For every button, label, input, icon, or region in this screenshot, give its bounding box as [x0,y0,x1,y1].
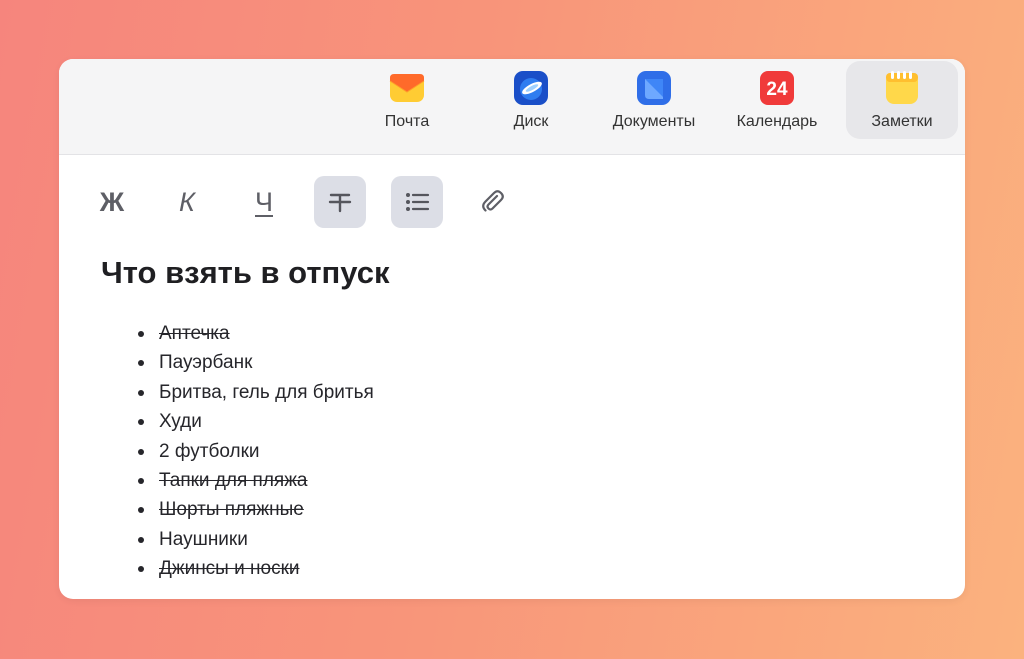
list-item-text: Худи [159,411,202,433]
list-item[interactable]: Тапки для пляжа [138,466,374,495]
list-item[interactable]: Бритва, гель для бритья [138,378,374,407]
service-mail[interactable]: Почта [351,61,463,139]
underline-button[interactable]: Ч [238,176,290,228]
notes-icon [884,70,920,106]
list-item[interactable]: Худи [138,407,374,436]
list-item-text: Бритва, гель для бритья [159,381,374,403]
service-label: Заметки [871,113,933,130]
strikethrough-icon [328,193,352,213]
strikethrough-button[interactable] [314,176,366,228]
italic-icon: К [179,186,195,217]
checklist[interactable]: Аптечка Пауэрбанк Бритва, гель для бритья Х… [138,319,374,584]
service-notes[interactable]: Заметки [846,61,958,139]
list-item[interactable]: Пауэрбанк [138,348,374,377]
calendar-icon: 24 [759,70,795,106]
list-item-text: Тапки для пляжа [159,469,308,491]
service-disk[interactable]: Диск [475,61,587,139]
list-item[interactable]: 2 футболки [138,437,374,466]
list-item[interactable]: Джинсы и носки [138,554,374,583]
list-item-text: 2 футболки [159,440,260,462]
service-calendar[interactable]: 24 Календарь [721,61,833,139]
disk-icon [513,70,549,106]
bulleted-list-icon [406,193,430,211]
list-item[interactable]: Шорты пляжные [138,495,374,524]
calendar-date: 24 [766,79,788,100]
italic-button[interactable]: К [161,176,213,228]
service-documents[interactable]: Документы [598,61,710,139]
note-title[interactable]: Что взять в отпуск [101,255,389,291]
service-label: Диск [513,113,549,130]
services-bar: Почта Диск Документы 24 Календарь Заметк… [59,59,965,155]
notes-window: Почта Диск Документы 24 Календарь Заметк… [59,59,965,599]
service-label: Календарь [736,113,818,130]
list-item-text: Джинсы и носки [159,558,300,580]
attach-button[interactable] [467,176,519,228]
list-item-text: Шорты пляжные [159,499,304,521]
paperclip-icon [482,190,504,212]
list-item[interactable]: Наушники [138,525,374,554]
service-label: Документы [612,113,696,130]
list-item-text: Пауэрбанк [159,352,253,374]
documents-icon [636,70,672,106]
bulleted-list-button[interactable] [391,176,443,228]
underline-icon: Ч [255,186,273,217]
service-label: Почта [384,113,430,130]
list-item-text: Наушники [159,528,248,550]
mail-icon [389,70,425,106]
list-item-text: Аптечка [159,323,230,344]
bold-button[interactable]: Ж [86,176,138,228]
bold-icon: Ж [99,186,125,217]
list-item[interactable]: Аптечка [138,319,374,348]
